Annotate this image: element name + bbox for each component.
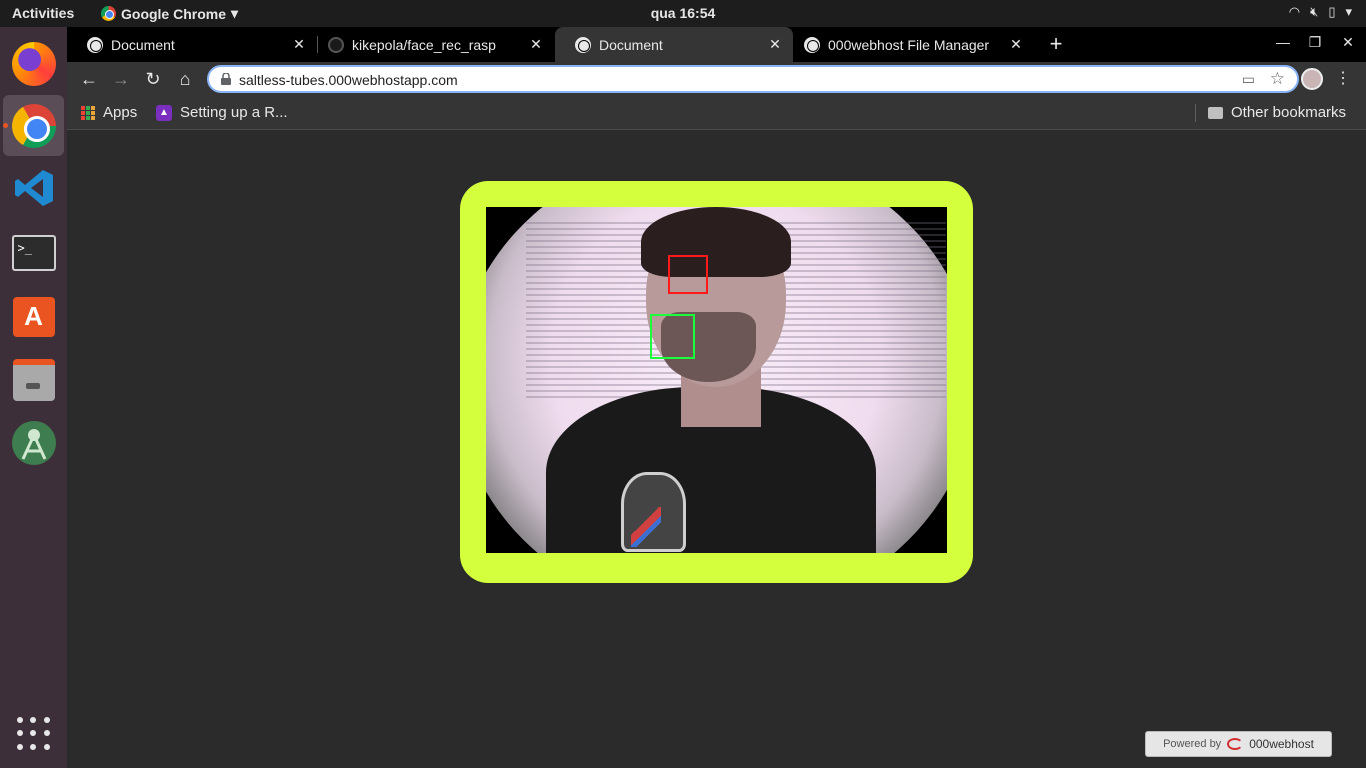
bookmark-apps[interactable]: Apps: [81, 104, 137, 121]
dock-vscode[interactable]: [3, 157, 64, 218]
running-indicator: [3, 123, 8, 128]
apps-grid-icon: [81, 105, 95, 120]
new-tab-button[interactable]: +: [1044, 31, 1068, 57]
software-center-icon: A: [12, 296, 55, 337]
restore-button[interactable]: ❐: [1305, 34, 1325, 51]
close-icon[interactable]: ✕: [1006, 36, 1026, 53]
profile-avatar[interactable]: [1301, 68, 1323, 90]
globe-icon: [804, 36, 820, 53]
lock-icon[interactable]: [221, 73, 231, 85]
battery-icon: ▯: [1328, 4, 1336, 19]
bookmark-other[interactable]: Other bookmarks: [1208, 104, 1346, 121]
star-icon[interactable]: ☆: [1270, 69, 1285, 89]
powered-by-brand: 000webhost: [1249, 737, 1314, 751]
terminal-icon: >_: [11, 234, 56, 271]
dock-files[interactable]: [3, 349, 64, 410]
bookmarks-bar: Apps ▲ Setting up a R... Other bookmarks: [67, 96, 1366, 130]
person-hair: [641, 207, 791, 277]
dock-software[interactable]: A: [3, 286, 64, 347]
rocket-icon: ▲: [156, 104, 172, 121]
tab-github[interactable]: kikepola/face_rec_rasp ✕: [318, 27, 554, 62]
browser-toolbar: ← → ↻ ⌂ saltless-tubes.000webhostapp.com…: [67, 62, 1366, 96]
tab-strip: Document ✕ kikepola/face_rec_rasp ✕ Docu…: [67, 27, 1366, 62]
firefox-icon: [11, 41, 56, 86]
dock: >_ A: [0, 27, 67, 768]
powered-by-label: Powered by: [1163, 738, 1222, 750]
tab-title: kikepola/face_rec_rasp: [352, 36, 496, 53]
detection-box-green: [650, 314, 695, 359]
github-icon: [328, 36, 344, 53]
close-icon[interactable]: ✕: [526, 36, 546, 53]
back-button[interactable]: ←: [76, 66, 102, 92]
wifi-icon: ◠: [1288, 4, 1301, 19]
bookmark-setting-up[interactable]: ▲ Setting up a R...: [156, 104, 288, 121]
address-bar[interactable]: saltless-tubes.000webhostapp.com ▭ ☆: [207, 65, 1299, 93]
show-applications-icon[interactable]: [17, 717, 51, 751]
bookmark-label: Apps: [103, 104, 138, 121]
bookmark-divider: [1195, 104, 1196, 122]
tab-document-1[interactable]: Document ✕: [67, 27, 317, 62]
folder-icon: [1208, 106, 1223, 119]
close-window-button[interactable]: ✕: [1338, 34, 1358, 51]
tab-title: Document: [111, 36, 175, 53]
globe-icon: [575, 36, 591, 53]
dock-terminal[interactable]: >_: [3, 222, 64, 283]
bookmark-label: Setting up a R...: [180, 104, 288, 121]
page-content: Powered by 000webhost: [67, 131, 1366, 768]
globe-icon: [87, 36, 103, 53]
dock-android-studio[interactable]: [3, 412, 64, 473]
close-icon[interactable]: ✕: [289, 36, 309, 53]
forward-button[interactable]: →: [108, 66, 134, 92]
cast-icon[interactable]: ▭: [1242, 71, 1255, 88]
url-text[interactable]: saltless-tubes.000webhostapp.com: [239, 72, 458, 88]
tab-file-manager[interactable]: 000webhost File Manager ✕: [794, 27, 1034, 62]
system-top-bar: Activities Google Chrome ▾ qua 16:54 ◠ 🔇…: [0, 0, 1366, 27]
files-icon: [12, 358, 55, 401]
home-button[interactable]: ⌂: [172, 66, 198, 92]
detection-box-red: [668, 255, 708, 294]
menu-kebab-icon[interactable]: ⋮: [1335, 68, 1351, 88]
tab-title: Document: [599, 36, 663, 53]
minimize-button[interactable]: —: [1273, 34, 1293, 50]
video-frame: [460, 181, 973, 583]
chrome-icon: [11, 103, 56, 148]
tab-title: 000webhost File Manager: [828, 36, 990, 53]
webcam-feed: [486, 207, 947, 553]
close-icon[interactable]: ✕: [765, 36, 785, 53]
chevron-down-icon: ▾: [1345, 4, 1352, 19]
android-studio-icon: [11, 420, 56, 465]
000webhost-logo-icon: [1227, 738, 1244, 750]
tab-document-2[interactable]: Document ✕: [555, 27, 793, 62]
powered-by-badge[interactable]: Powered by 000webhost: [1145, 731, 1332, 757]
lightning-bolt-print: [631, 507, 661, 547]
system-tray[interactable]: ◠ 🔇︎ ▯ ▾: [1289, 4, 1352, 20]
reload-button[interactable]: ↻: [140, 66, 166, 92]
dock-firefox[interactable]: [3, 33, 64, 94]
vscode-icon: [14, 169, 53, 206]
volume-muted-icon: 🔇︎: [1310, 4, 1319, 19]
bookmark-label: Other bookmarks: [1231, 104, 1347, 121]
dock-chrome[interactable]: [3, 95, 64, 156]
clock[interactable]: qua 16:54: [0, 5, 1366, 21]
